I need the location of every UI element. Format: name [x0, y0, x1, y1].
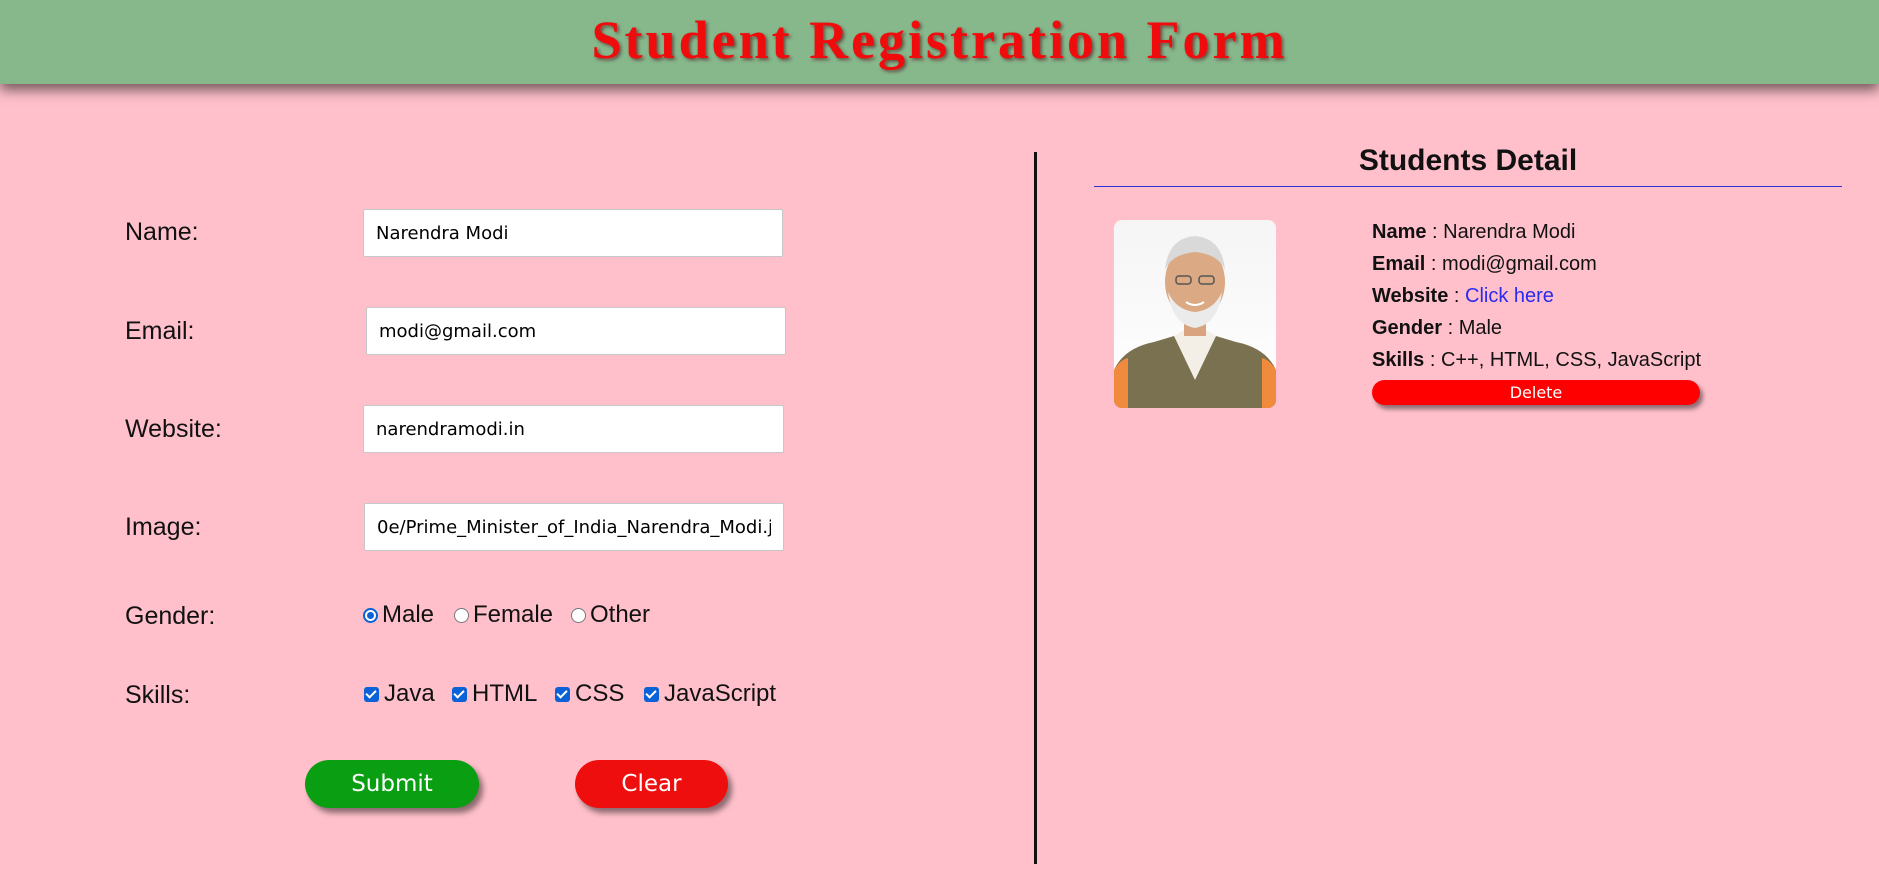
detail-title-underline: [1094, 186, 1842, 187]
skill-checkbox-css[interactable]: [555, 686, 570, 702]
image-input[interactable]: [364, 503, 784, 551]
detail-skills-value: C++, HTML, CSS, JavaScript: [1440, 349, 1702, 371]
detail-email-separator: :: [1425, 253, 1443, 275]
skill-html-label: HTML: [472, 680, 538, 707]
detail-name-row: Name : Narendra Modi: [1372, 221, 1575, 244]
detail-email-row: Email : modi@gmail.com: [1372, 253, 1597, 276]
student-photo: [1114, 220, 1276, 408]
detail-gender-key: Gender: [1372, 317, 1443, 339]
gender-option-male[interactable]: Male: [363, 601, 434, 629]
gender-other-label: Other: [590, 601, 651, 628]
detail-name-key: Name: [1372, 221, 1427, 243]
skill-javascript-label: JavaScript: [664, 680, 777, 707]
page-title: Student Registration Form: [591, 10, 1288, 70]
detail-website-separator: :: [1448, 285, 1465, 307]
detail-skills-key: Skills: [1372, 349, 1425, 371]
gender-female-label: Female: [473, 601, 554, 628]
page-header: Student Registration Form: [0, 0, 1879, 84]
skill-java-label: Java: [384, 680, 435, 707]
name-label: Name:: [125, 218, 199, 246]
skill-checkbox-javascript[interactable]: [644, 686, 659, 702]
skill-option-css[interactable]: CSS: [555, 680, 624, 708]
detail-website-row: Website : Click here: [1372, 285, 1554, 308]
gender-option-female[interactable]: Female: [454, 601, 553, 629]
website-link[interactable]: Click here: [1465, 285, 1554, 307]
delete-button[interactable]: Delete: [1372, 380, 1700, 405]
detail-name-separator: :: [1426, 221, 1444, 243]
detail-gender-row: Gender : Male: [1372, 317, 1502, 340]
gender-option-other[interactable]: Other: [571, 601, 650, 629]
email-input[interactable]: [366, 307, 786, 355]
detail-gender-separator: :: [1442, 317, 1459, 339]
skill-option-html[interactable]: HTML: [452, 680, 537, 708]
students-detail-title: Students Detail: [1358, 144, 1578, 177]
skill-option-javascript[interactable]: JavaScript: [644, 680, 776, 708]
image-label: Image:: [125, 513, 202, 541]
gender-radio-male[interactable]: [363, 607, 378, 623]
skill-checkbox-html[interactable]: [452, 686, 467, 702]
skill-css-label: CSS: [575, 680, 625, 707]
email-label: Email:: [125, 317, 195, 345]
skill-option-java[interactable]: Java: [364, 680, 435, 708]
detail-name-value: Narendra Modi: [1443, 221, 1576, 243]
website-input[interactable]: [363, 405, 784, 453]
gender-label: Gender:: [125, 602, 216, 630]
detail-skills-row: Skills : C++, HTML, CSS, JavaScript: [1372, 349, 1701, 372]
clear-button[interactable]: Clear: [575, 760, 728, 808]
submit-button[interactable]: Submit: [305, 760, 479, 808]
gender-radio-female[interactable]: [454, 607, 469, 623]
gender-radio-other[interactable]: [571, 607, 586, 623]
detail-email-key: Email: [1372, 253, 1426, 275]
detail-email-value: modi@gmail.com: [1442, 253, 1597, 275]
student-photo-image: [1114, 236, 1276, 408]
detail-gender-value: Male: [1458, 317, 1503, 339]
name-input[interactable]: [363, 209, 783, 257]
gender-male-label: Male: [382, 601, 435, 628]
detail-website-key: Website: [1372, 285, 1449, 307]
website-label: Website:: [125, 415, 222, 443]
skill-checkbox-java[interactable]: [364, 686, 379, 702]
vertical-divider: [1034, 152, 1037, 864]
detail-skills-separator: :: [1424, 349, 1441, 371]
skills-label: Skills:: [125, 681, 191, 709]
